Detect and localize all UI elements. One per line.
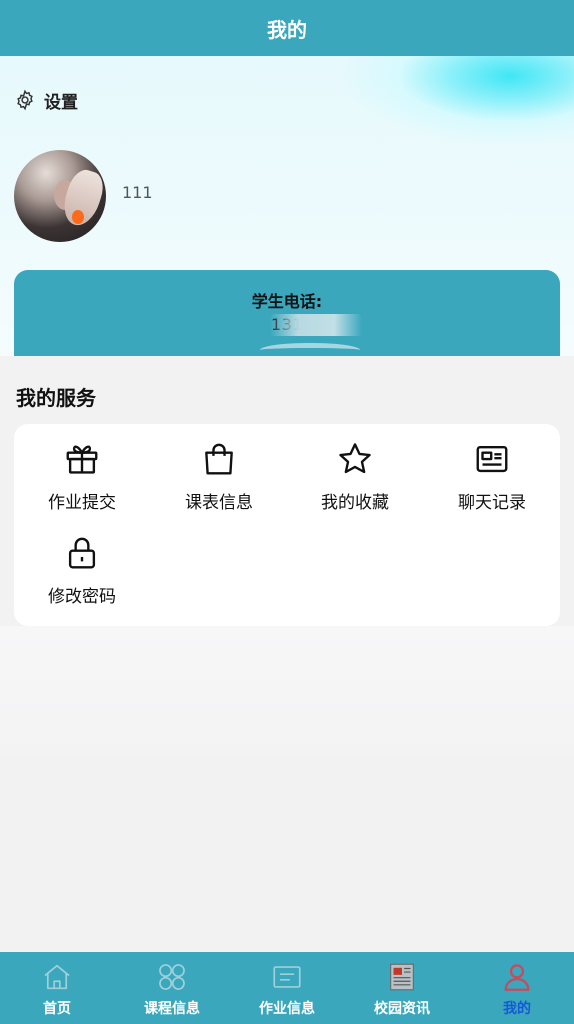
phone-label: 学生电话: [251,292,323,311]
phone-redaction [270,314,362,336]
gear-icon [17,89,33,111]
service-favorites[interactable]: 我的收藏 [287,440,423,520]
star-icon [339,443,371,474]
service-label: 作业提交 [48,493,116,513]
service-label: 我的收藏 [321,493,389,513]
service-label: 修改密码 [48,587,116,607]
user-icon [504,964,530,991]
service-label: 课表信息 [185,493,253,513]
page-title: 我的 [267,17,307,42]
service-label: 聊天记录 [458,493,526,513]
gift-icon [66,445,98,474]
service-chat-history[interactable]: 聊天记录 [424,440,560,520]
phone-card-arc [260,343,360,357]
tab-label: 首页 [43,1001,71,1017]
grid-icon [159,964,185,990]
tab-label: 我的 [503,1001,531,1017]
bottom-tab-bar: 首页 课程信息 作业信息 校园资讯 我的 [0,952,574,1024]
lower-panel [0,626,574,754]
home-icon [44,964,70,990]
id-card-icon [476,445,508,473]
service-timetable[interactable]: 课表信息 [151,440,287,520]
avatar-accent [72,210,84,224]
services-title: 我的服务 [16,386,96,410]
settings-button[interactable]: 设置 [14,88,78,113]
lock-icon [68,537,96,569]
avatar[interactable] [14,150,106,242]
tab-home[interactable]: 首页 [0,952,114,1024]
profile-page: 我的 设置 111 学生电话: 131 我的服务 作业提交 [0,0,574,1024]
services-card: 作业提交 课表信息 我的收藏 聊天记录 修改密码 [14,424,560,626]
tab-course-info[interactable]: 课程信息 [115,952,229,1024]
tab-label: 课程信息 [144,1001,200,1017]
tab-my[interactable]: 我的 [460,952,574,1024]
document-icon [273,966,301,988]
service-homework-submit[interactable]: 作业提交 [14,440,150,520]
tab-label: 作业信息 [259,1001,315,1017]
shopping-bag-icon [205,443,233,475]
service-change-password[interactable]: 修改密码 [14,534,150,614]
tab-homework-info[interactable]: 作业信息 [230,952,344,1024]
tab-label: 校园资讯 [374,1001,430,1017]
phone-card: 学生电话: 131 [14,270,560,356]
tab-campus-news[interactable]: 校园资讯 [345,952,459,1024]
settings-label: 设置 [44,92,78,113]
username: 111 [122,183,153,202]
top-bar: 我的 [0,0,574,56]
newspaper-icon [390,963,414,991]
